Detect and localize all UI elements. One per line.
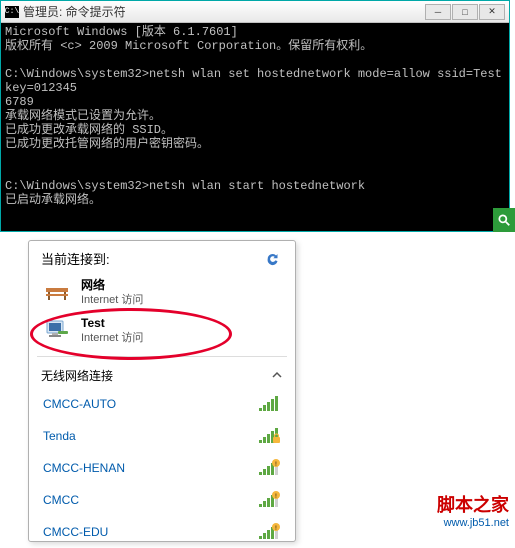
wifi-item[interactable]: Tenda (29, 420, 295, 452)
watermark-text: 脚本之家 (437, 495, 509, 515)
network-flyout: 当前连接到: 网络 Internet 访问 Test Internet 访问 (28, 240, 296, 542)
wifi-name: CMCC-HENAN (43, 461, 125, 475)
signal-icon (259, 427, 281, 445)
signal-icon (259, 395, 281, 413)
wifi-name: CMCC-AUTO (43, 397, 116, 411)
wireless-list: CMCC-AUTOTendaCMCC-HENAN!CMCC!CMCC-EDU! (29, 388, 295, 548)
wifi-item[interactable]: CMCC-EDU! (29, 516, 295, 548)
watermark-link[interactable]: www.jb51.net (437, 517, 509, 529)
wired-network-item[interactable]: 网络 Internet 访问 (33, 274, 291, 312)
cmd-output[interactable]: Microsoft Windows [版本 6.1.7601] 版权所有 <c>… (1, 23, 509, 231)
signal-icon: ! (259, 523, 281, 541)
cmd-title: 管理员: 命令提示符 (23, 3, 126, 20)
search-tab[interactable] (493, 208, 515, 232)
network-status: Internet 访问 (81, 331, 143, 346)
wifi-name: Tenda (43, 429, 76, 443)
network-status: Internet 访问 (81, 293, 143, 308)
divider (37, 356, 287, 357)
wifi-item[interactable]: CMCC-AUTO (29, 388, 295, 420)
wifi-name: CMCC-EDU (43, 525, 108, 539)
wireless-section-title: 无线网络连接 (41, 367, 113, 384)
wifi-item[interactable]: CMCC! (29, 484, 295, 516)
computer-icon (43, 317, 71, 345)
wifi-item[interactable]: CMCC-HENAN! (29, 452, 295, 484)
wifi-name: CMCC (43, 493, 79, 507)
signal-icon: ! (259, 491, 281, 509)
minimize-button[interactable]: ─ (425, 4, 451, 20)
cmd-icon: C:\ (5, 6, 19, 18)
bench-icon (43, 279, 71, 307)
cmd-titlebar[interactable]: C:\ 管理员: 命令提示符 ─ □ ✕ (1, 1, 509, 23)
network-name: 网络 (81, 278, 143, 293)
collapse-chevron-icon[interactable] (271, 369, 283, 383)
command-prompt-window: C:\ 管理员: 命令提示符 ─ □ ✕ Microsoft Windows [… (0, 0, 510, 232)
network-name: Test (81, 316, 143, 331)
hosted-network-item[interactable]: Test Internet 访问 (33, 312, 291, 350)
signal-icon: ! (259, 459, 281, 477)
watermark: 脚本之家 www.jb51.net (437, 491, 509, 529)
magnify-icon (497, 213, 511, 227)
net-header-title: 当前连接到: (41, 249, 110, 268)
close-button[interactable]: ✕ (479, 4, 505, 20)
maximize-button[interactable]: □ (452, 4, 478, 20)
refresh-icon (265, 252, 283, 266)
refresh-button[interactable] (265, 252, 283, 266)
